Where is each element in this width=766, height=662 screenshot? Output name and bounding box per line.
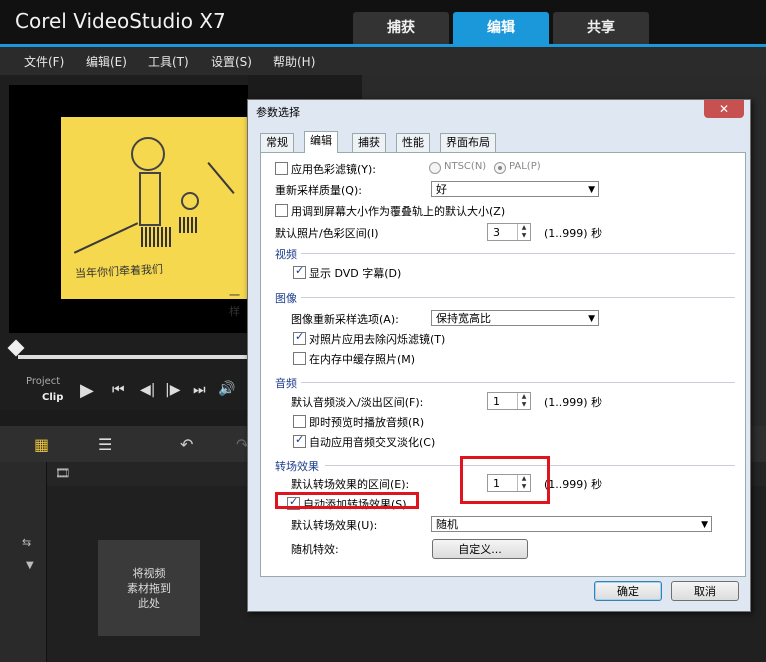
menu-file[interactable]: 文件(F) [24,53,64,70]
default-photo-range: (1..999) 秒 [544,227,603,240]
preview-screen: 当年你们牵着我们 一样 [9,85,248,333]
audio-fade-value: 1 [493,395,500,408]
ok-button[interactable]: 确定 [594,581,662,601]
cache-in-memory-checkbox[interactable] [293,352,306,365]
go-end-icon[interactable]: ⏭ [193,382,206,398]
next-frame-icon[interactable]: |▶ [165,382,180,398]
spinner-arrows-icon[interactable]: ▲ ▼ [517,224,530,240]
default-transition-label: 默认转场效果(U): [291,519,378,532]
drop-zone[interactable]: 将视频 素材拖到 此处 [98,540,200,636]
image-resample-option-select[interactable]: 保持宽高比 ▼ [431,310,599,326]
audio-section-title: 音频 [275,377,297,390]
spinner-arrows-icon[interactable]: ▲ ▼ [517,393,530,409]
preview-image: 当年你们牵着我们 一样 [61,117,248,318]
edit-prefs-panel: 应用色彩滤镜(Y): NTSC(N) PAL(P) 重新采样质量(Q): 好 ▼… [260,152,746,577]
divider [301,297,735,298]
default-transition-select[interactable]: 随机 ▼ [431,516,712,532]
auto-crossfade-checkbox[interactable] [293,433,306,448]
random-effects-label: 随机特效: [291,543,339,556]
default-transition-value: 随机 [436,518,458,531]
resample-quality-value: 好 [436,183,447,196]
play-icon[interactable]: ▶ [80,380,94,401]
flicker-filter-checkbox[interactable] [293,330,306,345]
default-photo-spinner[interactable]: 3 ▲ ▼ [487,223,531,241]
ntsc-label: NTSC(N) [444,161,487,172]
chevron-down-icon: ▼ [588,185,595,195]
timeline-view-icon[interactable]: ☰ [98,435,112,454]
app-titlebar: Corel VideoStudio X7 捕获 编辑 共享 [0,0,766,44]
apply-color-filter-checkbox[interactable] [275,162,288,175]
tab-share[interactable]: 共享 [553,12,649,44]
divider [301,253,735,254]
track-manager-icon[interactable]: ⇆ [22,536,31,549]
annotation-highlight-box [460,456,550,504]
audio-fade-range: (1..999) 秒 [544,396,603,409]
storyboard-view-icon[interactable]: ▦ [34,435,49,454]
preview-panel: 当年你们牵着我们 一样 Project Clip ▶ ⏮ ◀| |▶ ⏭ 🔊 [0,75,248,410]
image-resample-option-label: 图像重新采样选项(A): [291,313,399,326]
fit-overlay-label: 用调到屏幕大小作为覆叠轨上的默认大小(Z) [291,205,506,218]
transition-section-title: 转场效果 [275,460,319,473]
mode-clip[interactable]: Clip [42,392,63,403]
default-photo-label: 默认照片/色彩区间(I) [275,227,379,240]
menu-settings[interactable]: 设置(S) [211,53,252,70]
preview-caption-2: 一样 [229,289,240,318]
menu-tools[interactable]: 工具(T) [148,53,189,70]
resample-quality-select[interactable]: 好 ▼ [431,181,599,197]
preferences-dialog: 参数选择 ✕ 常规 编辑 捕获 性能 界面布局 应用色彩滤镜(Y): NTSC(… [247,99,751,612]
image-section-title: 图像 [275,292,297,305]
fit-overlay-checkbox[interactable] [275,204,288,217]
app-title: Corel VideoStudio X7 [15,9,226,33]
audio-fade-spinner[interactable]: 1 ▲ ▼ [487,392,531,410]
show-dvd-subtitle-label: 显示 DVD 字幕(D) [309,267,402,280]
scrubber-track[interactable] [18,355,248,359]
track-header: ⇆ ▼ [0,462,47,662]
preview-caption: 当年你们牵着我们 [74,262,164,281]
instant-preview-audio-checkbox[interactable] [293,415,306,428]
tab-edit-prefs[interactable]: 编辑 [304,131,338,153]
tab-layout[interactable]: 界面布局 [440,133,496,152]
transition-duration-range: (1..999) 秒 [544,478,603,491]
flicker-filter-label: 对照片应用去除闪烁滤镜(T) [309,333,446,346]
mode-project[interactable]: Project [26,376,60,387]
prev-frame-icon[interactable]: ◀| [140,382,155,398]
video-section-title: 视频 [275,248,297,261]
tab-general[interactable]: 常规 [260,133,294,152]
pal-radio[interactable] [494,162,506,174]
tab-performance[interactable]: 性能 [396,133,430,152]
annotation-highlight-box [275,492,419,509]
pal-label: PAL(P) [509,161,541,172]
menu-help[interactable]: 帮助(H) [273,53,315,70]
default-photo-value: 3 [493,226,500,239]
tab-capture-prefs[interactable]: 捕获 [352,133,386,152]
cache-in-memory-label: 在内存中缓存照片(M) [309,353,416,366]
undo-icon[interactable]: ↶ [180,435,193,454]
customize-button[interactable]: 自定义... [432,539,528,559]
tab-edit[interactable]: 编辑 [453,12,549,44]
chevron-down-icon: ▼ [701,520,708,530]
tab-capture[interactable]: 捕获 [353,12,449,44]
chevron-down-icon[interactable]: ▼ [26,560,34,571]
auto-crossfade-label: 自动应用音频交叉淡化(C) [309,436,436,449]
volume-icon[interactable]: 🔊 [218,381,235,397]
menu-bar: 文件(F) 编辑(E) 工具(T) 设置(S) 帮助(H) [0,44,766,75]
transition-duration-label: 默认转场效果的区间(E): [291,478,410,491]
image-resample-option-value: 保持宽高比 [436,312,491,325]
menu-edit[interactable]: 编辑(E) [86,53,127,70]
go-start-icon[interactable]: ⏮ [112,382,125,398]
scrubber-handle[interactable] [7,339,25,357]
instant-preview-audio-label: 即时预览时播放音频(R) [309,416,425,429]
cancel-button[interactable]: 取消 [671,581,739,601]
close-button[interactable]: ✕ [704,100,744,118]
video-track-icon: 🎞 [55,466,71,480]
apply-color-filter-label: 应用色彩滤镜(Y): [291,163,377,176]
divider [301,382,735,383]
ntsc-radio[interactable] [429,162,441,174]
resample-quality-label: 重新采样质量(Q): [275,184,362,197]
audio-fade-label: 默认音频淡入/淡出区间(F): [291,396,424,409]
chevron-down-icon: ▼ [588,314,595,324]
dialog-title: 参数选择 [256,106,300,119]
show-dvd-subtitle-checkbox[interactable] [293,264,306,279]
